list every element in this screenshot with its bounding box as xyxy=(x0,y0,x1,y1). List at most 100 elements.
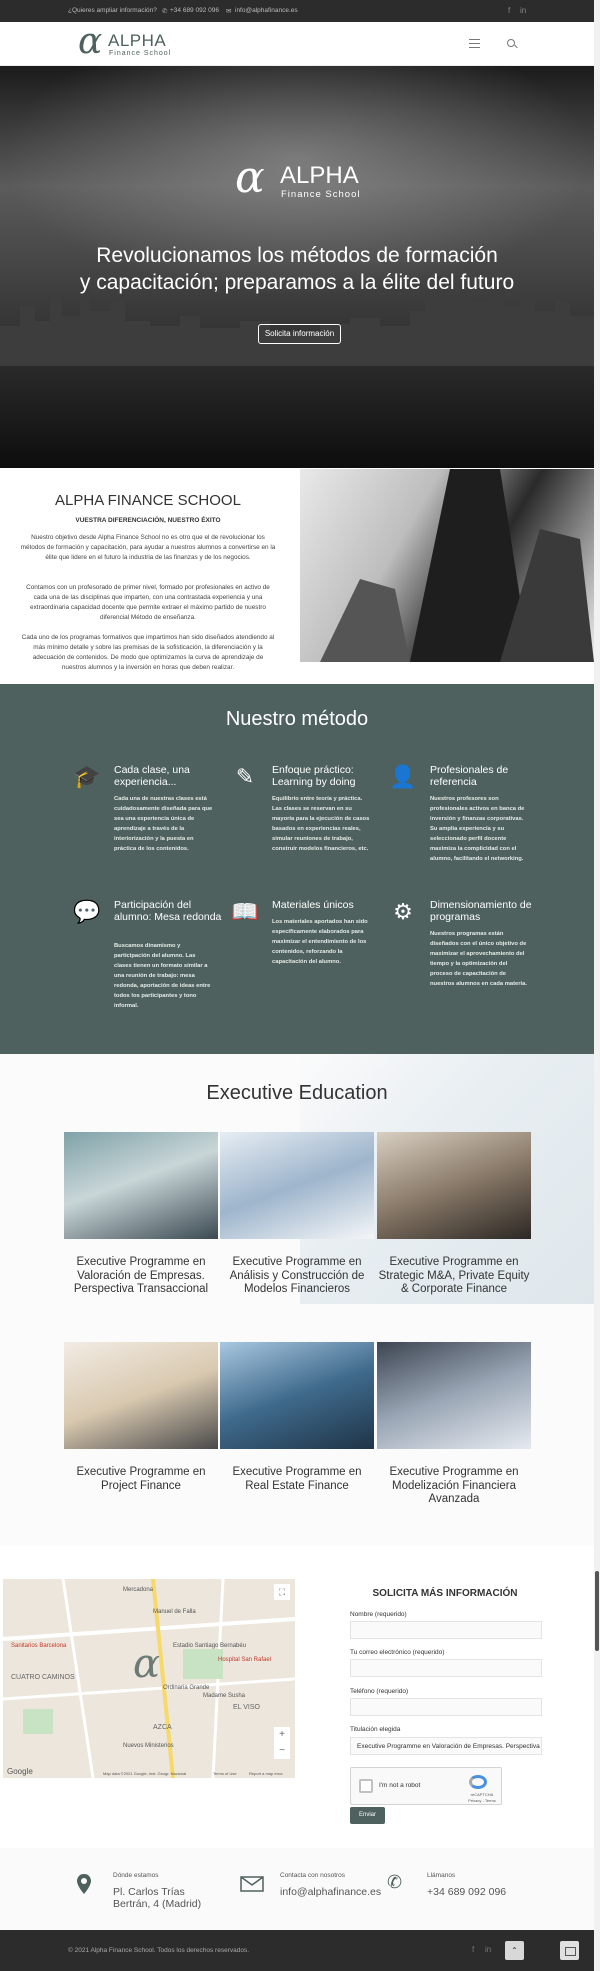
footer-linkedin-icon[interactable]: in xyxy=(485,1945,491,1954)
degree-label: Titulación elegida xyxy=(350,1726,401,1733)
topbar-phone[interactable]: +34 689 092 096 xyxy=(170,7,219,14)
logo-subtitle: Finance School xyxy=(109,50,172,57)
feature-description: Los materiales aportados han sido especí… xyxy=(272,919,368,965)
mail-icon: ✉ xyxy=(226,8,232,15)
recaptcha-checkbox[interactable] xyxy=(359,1779,373,1793)
svg-text:Nuevos Ministerios: Nuevos Ministerios xyxy=(123,1743,174,1749)
phone-contact-value[interactable]: +34 689 092 096 xyxy=(427,1886,537,1898)
method-section: Nuestro método 🎓 Cada clase, una experie… xyxy=(0,684,594,1054)
about-paragraph-3: Cada uno de los programas formativos que… xyxy=(21,634,275,671)
program-title[interactable]: Executive Programme en Análisis y Constr… xyxy=(220,1256,374,1297)
feature-title: Dimensionamiento de programas xyxy=(430,899,532,923)
top-bar: ¿Quieres ampliar información? ✆ +34 689 … xyxy=(0,0,600,22)
book-icon: 📖 xyxy=(231,899,259,924)
add-user-icon: 👤 xyxy=(389,764,417,789)
location-map[interactable]: α Mercadona Manuel de Falla Sanitarios B… xyxy=(3,1579,295,1778)
recaptcha-label: I'm not a robot xyxy=(379,1782,421,1789)
recaptcha-widget: I'm not a robot reCAPTCHA Privacy - Term… xyxy=(350,1767,502,1805)
hero-logo-alpha: α xyxy=(235,152,265,203)
topbar-email[interactable]: info@alphafinance.es xyxy=(235,7,298,14)
svg-text:AZCA: AZCA xyxy=(153,1724,172,1731)
map-report-link[interactable]: Report a map error xyxy=(249,1771,283,1776)
feature-description: Nuestros programas están diseñados con e… xyxy=(430,931,527,987)
skyscraper-image xyxy=(300,469,594,662)
location-pin-icon xyxy=(77,1874,91,1894)
scrollbar-thumb[interactable] xyxy=(595,1571,599,1651)
hamburger-menu-icon[interactable] xyxy=(469,39,480,48)
program-title[interactable]: Executive Programme en Project Finance xyxy=(64,1466,218,1493)
page-scrollbar[interactable] xyxy=(594,0,600,1971)
phone-label: Teléfono (requerido) xyxy=(350,1688,409,1695)
form-title: SOLICITA MÁS INFORMACIÓN xyxy=(372,1588,518,1599)
email-label: Tu correo electrónico (requerido) xyxy=(350,1649,445,1656)
svg-text:EL VISO: EL VISO xyxy=(233,1704,261,1711)
scroll-to-top-button[interactable]: ⌃ xyxy=(505,1941,524,1960)
facebook-icon[interactable]: f xyxy=(508,6,510,15)
name-label: Nombre (requerido) xyxy=(350,1611,407,1618)
program-image-buildings xyxy=(220,1342,374,1449)
exec-title: Executive Education xyxy=(206,1082,388,1104)
phone-contact-label: Llámanos xyxy=(427,1872,456,1879)
about-paragraph-1: Nuestro objetivo desde Alpha Finance Sch… xyxy=(20,534,276,561)
feature-description: Buscamos dinamismo y participación del a… xyxy=(114,943,211,1009)
topbar-question: ¿Quieres ampliar información? xyxy=(68,7,157,14)
feature-description: Equilibrio entre teoría y práctica. Las … xyxy=(272,796,370,852)
feature-title: Participación del alumno: Mesa redonda xyxy=(114,899,222,923)
program-image-tablet xyxy=(220,1132,374,1239)
svg-text:Estadio Santiago Bernabéu: Estadio Santiago Bernabéu xyxy=(173,1643,246,1649)
feature-title: Profesionales de referencia xyxy=(430,764,509,788)
contact-strip: Dónde estamos Pl. Carlos Trías Bertrán, … xyxy=(0,1848,594,1930)
zoom-controls[interactable]: + − xyxy=(274,1727,290,1759)
search-icon[interactable] xyxy=(507,39,515,47)
hero-water xyxy=(0,366,594,468)
program-title[interactable]: Executive Programme en Valoración de Emp… xyxy=(64,1256,218,1297)
request-info-button[interactable]: Solicita información xyxy=(258,324,341,344)
map-label: Mercadona xyxy=(123,1587,154,1593)
feature-title: Cada clase, una experiencia... xyxy=(114,764,190,788)
phone-field[interactable] xyxy=(350,1698,542,1716)
hero-section: α ALPHA Finance School Revolucionamos lo… xyxy=(0,66,594,468)
map-attribution: Map data ©2021 Google, Inst. Geogr. Naci… xyxy=(103,1771,187,1776)
name-field[interactable] xyxy=(350,1621,542,1639)
program-title[interactable]: Executive Programme en Strategic M&A, Pr… xyxy=(377,1256,531,1297)
svg-text:α: α xyxy=(133,1641,160,1687)
hero-headline: Revolucionamos los métodos de formación … xyxy=(40,242,554,296)
linkedin-icon[interactable]: in xyxy=(520,6,526,15)
google-logo: Google xyxy=(7,1767,33,1776)
program-title[interactable]: Executive Programme en Real Estate Finan… xyxy=(220,1466,374,1493)
logo-alpha-glyph: α xyxy=(78,21,103,62)
executive-education-section: Executive Education Executive Programme … xyxy=(0,1054,594,1546)
svg-text:Hospital San Rafael: Hospital San Rafael xyxy=(218,1657,271,1663)
recaptcha-brand: reCAPTCHA xyxy=(470,1792,494,1797)
program-image-chess xyxy=(377,1132,531,1239)
svg-text:Sanitarios Barcelona: Sanitarios Barcelona xyxy=(11,1643,67,1649)
hero-logo-name: ALPHA xyxy=(280,162,359,189)
floating-mail-icon[interactable] xyxy=(560,1941,579,1960)
hero-logo-subtitle: Finance School xyxy=(281,189,361,200)
map-terms-link[interactable]: Terms of Use xyxy=(213,1771,237,1776)
recaptcha-icon xyxy=(469,1775,487,1789)
email-field[interactable] xyxy=(350,1659,542,1677)
degree-select[interactable]: Executive Programme en Valoración de Emp… xyxy=(350,1737,542,1755)
logo-name: ALPHA xyxy=(108,31,167,50)
hero-headline-line1: Revolucionamos los métodos de formación xyxy=(96,244,498,267)
email-contact-value[interactable]: info@alphafinance.es xyxy=(280,1886,381,1898)
recaptcha-links[interactable]: Privacy - Terms xyxy=(464,1798,500,1803)
copyright-text: © 2021 Alpha Finance School. Todos los d… xyxy=(68,1947,250,1954)
footer-facebook-icon[interactable]: f xyxy=(472,1945,474,1954)
feature-description: Cada una de nuestras clases está cuidado… xyxy=(114,796,213,852)
hero-logo: α ALPHA Finance School xyxy=(235,152,365,212)
about-subtitle: VUESTRA DIFERENCIACIÓN, NUESTRO ÉXITO xyxy=(75,517,221,524)
pencil-icon: ✎ xyxy=(235,764,255,789)
fullscreen-icon[interactable]: ⛶ xyxy=(274,1584,290,1600)
skyscraper-graphic xyxy=(320,469,594,662)
feature-title: Enfoque práctico: Learning by doing xyxy=(272,764,356,788)
method-title: Nuestro método xyxy=(225,708,369,730)
hero-headline-line2: y capacitación; preparamos a la élite de… xyxy=(79,271,515,294)
submit-button[interactable]: Enviar xyxy=(350,1807,385,1824)
feature-description: Nuestros profesores son profesionales ac… xyxy=(430,796,525,862)
program-title[interactable]: Executive Programme en Modelización Fina… xyxy=(377,1466,531,1507)
about-paragraph-2: Contamos con un profesorado de primer ni… xyxy=(26,584,270,621)
svg-text:Manuel de Falla: Manuel de Falla xyxy=(153,1609,196,1615)
svg-text:Madame Susha: Madame Susha xyxy=(203,1693,246,1699)
